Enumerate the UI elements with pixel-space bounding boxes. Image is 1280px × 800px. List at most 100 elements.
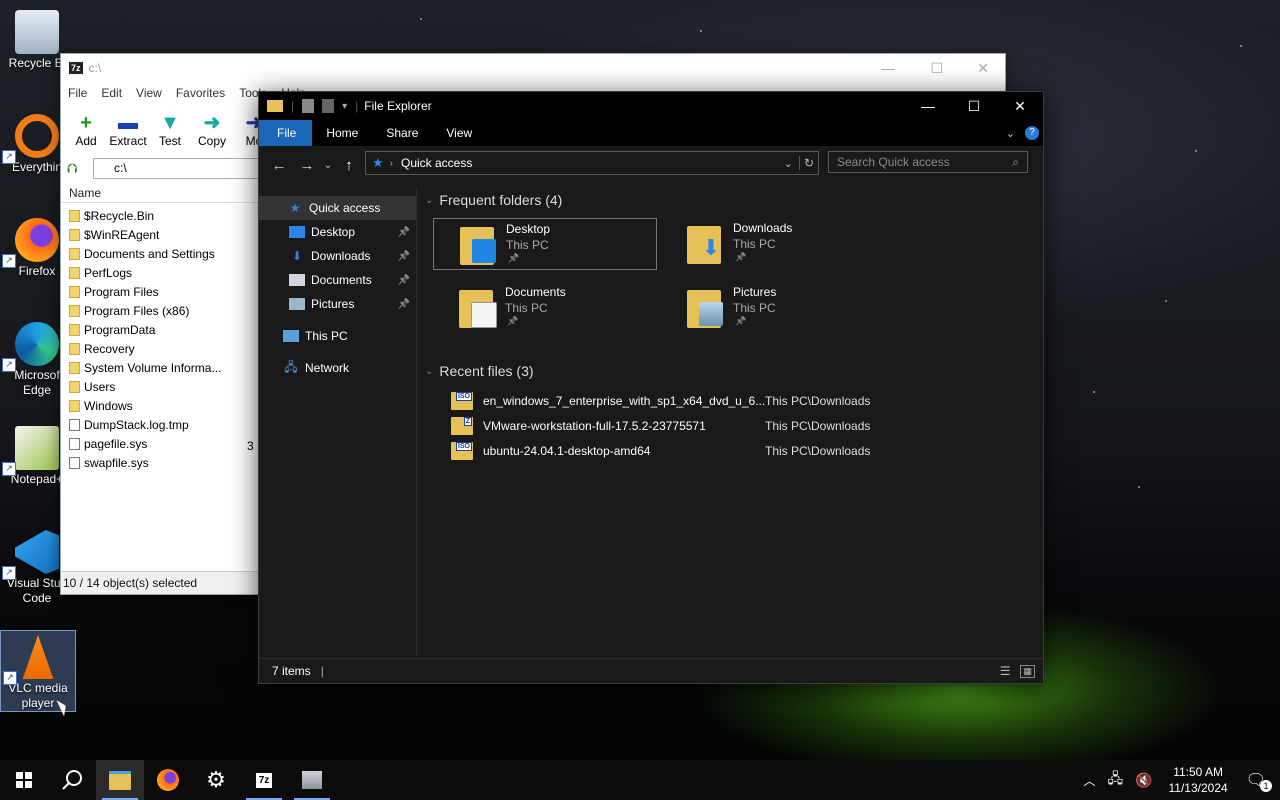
expand-ribbon-icon[interactable]: ⌄ bbox=[1006, 127, 1015, 140]
list-item[interactable]: PerfLogs bbox=[69, 263, 259, 282]
item-name: swapfile.sys bbox=[84, 455, 149, 470]
sidebar-item-network[interactable]: 🖧 Network bbox=[259, 356, 416, 380]
sidebar-item-desktop[interactable]: Desktop 📌 bbox=[259, 220, 416, 244]
sidebar-item-pictures[interactable]: Pictures 📌 bbox=[259, 292, 416, 316]
recent-files-header[interactable]: ⌄ Recent files (3) bbox=[425, 363, 534, 379]
frequent-folder-pictures[interactable]: Pictures This PC 📌 bbox=[661, 282, 883, 332]
sidebar-item-documents[interactable]: Documents 📌 bbox=[259, 268, 416, 292]
frequent-folder-desktop[interactable]: Desktop This PC 📌 bbox=[433, 218, 657, 270]
help-icon[interactable]: ? bbox=[1025, 126, 1039, 140]
file-explorer-window[interactable]: | ▾ | File Explorer — ☐ ✕ File Home Share V… bbox=[258, 91, 1044, 684]
recent-file-name: VMware-workstation-full-17.5.2-23775571 bbox=[483, 419, 706, 433]
taskbar-file-explorer[interactable] bbox=[96, 760, 144, 800]
frequent-folders-header[interactable]: ⌄ Frequent folders (4) bbox=[425, 192, 562, 208]
explorer-titlebar[interactable]: | ▾ | File Explorer — ☐ ✕ bbox=[259, 92, 1043, 120]
large-icons-view-icon[interactable]: ▦ bbox=[1020, 664, 1035, 678]
menu-favorites[interactable]: Favorites bbox=[169, 86, 232, 100]
list-item[interactable]: DumpStack.log.tmp bbox=[69, 415, 259, 434]
address-bar[interactable]: ★ › Quick access ⌄ ↻ bbox=[365, 151, 819, 175]
maximize-button[interactable]: ☐ bbox=[951, 92, 997, 120]
taskbar-firefox[interactable] bbox=[144, 760, 192, 800]
list-item[interactable]: Documents and Settings bbox=[69, 244, 259, 263]
tab-home[interactable]: Home bbox=[312, 120, 372, 146]
frequent-folder-downloads[interactable]: ⬇ Downloads This PC 📌 bbox=[661, 218, 883, 268]
list-item[interactable]: Users bbox=[69, 377, 259, 396]
network-icon[interactable]: 🖧 bbox=[1101, 768, 1129, 792]
clock[interactable]: 11:50 AM 11/13/2024 bbox=[1159, 764, 1238, 796]
sidebar-item-this-pc[interactable]: This PC bbox=[259, 324, 416, 348]
column-header-name[interactable]: Name bbox=[61, 184, 265, 203]
new-folder-icon[interactable] bbox=[322, 99, 335, 113]
chevron-right-icon[interactable]: › bbox=[390, 158, 393, 169]
pin-icon[interactable]: 📌 bbox=[398, 227, 410, 238]
address-dropdown-icon[interactable]: ⌄ bbox=[784, 157, 793, 170]
collapse-chevron-icon[interactable]: ⌄ bbox=[425, 366, 433, 377]
list-item[interactable]: swapfile.sys bbox=[69, 453, 259, 472]
recent-file-row[interactable]: Z VMware-workstation-full-17.5.2-23775571… bbox=[451, 415, 1011, 437]
shortcut-arrow-icon: ↗ bbox=[2, 462, 16, 476]
recent-locations-icon[interactable]: ⌄ bbox=[321, 160, 335, 171]
minimize-button[interactable]: — bbox=[881, 60, 895, 76]
list-item[interactable]: ProgramData bbox=[69, 320, 259, 339]
details-view-icon[interactable]: ☰ bbox=[1000, 664, 1011, 678]
desktop-icon-vlc[interactable]: ↗ VLC media player bbox=[0, 630, 76, 712]
properties-icon[interactable] bbox=[302, 99, 315, 113]
pin-icon[interactable]: 📌 bbox=[398, 275, 410, 286]
list-item[interactable]: $WinREAgent bbox=[69, 225, 259, 244]
notification-center-button[interactable]: 🗨 1 bbox=[1238, 770, 1280, 792]
volume-muted-icon[interactable]: 🔇 bbox=[1129, 772, 1158, 789]
frequent-folder-documents[interactable]: Documents This PC 📌 bbox=[433, 282, 655, 332]
clock-date: 11/13/2024 bbox=[1168, 781, 1228, 795]
search-box[interactable]: Search Quick access ⌕ bbox=[828, 151, 1028, 173]
customize-qat-icon[interactable]: ▾ bbox=[342, 101, 347, 112]
toolbar-extract-button[interactable]: ▬ Extract bbox=[107, 112, 149, 148]
start-button[interactable] bbox=[0, 760, 48, 800]
chevron-up-icon[interactable]: ︿ bbox=[1077, 772, 1101, 789]
maximize-button[interactable]: ☐ bbox=[930, 60, 943, 77]
sevenzip-address-input[interactable]: c:\ bbox=[93, 157, 261, 179]
taskbar-7zip[interactable]: 7z bbox=[240, 760, 288, 800]
back-icon[interactable]: ← bbox=[265, 157, 293, 174]
recent-file-row[interactable]: ISO ubuntu-24.04.1-desktop-amd64 This PC\D… bbox=[451, 440, 1011, 462]
refresh-icon[interactable]: ↻ bbox=[798, 156, 818, 170]
tab-view[interactable]: View bbox=[432, 120, 486, 146]
list-item[interactable]: pagefile.sys bbox=[69, 434, 259, 453]
collapse-chevron-icon[interactable]: ⌄ bbox=[425, 195, 433, 206]
sidebar-item-downloads[interactable]: ⬇ Downloads 📌 bbox=[259, 244, 416, 268]
list-item[interactable]: $Recycle.Bin bbox=[69, 206, 259, 225]
close-button[interactable]: ✕ bbox=[977, 60, 989, 77]
sidebar-item-quick-access[interactable]: ★ Quick access bbox=[259, 196, 416, 220]
menu-edit[interactable]: Edit bbox=[94, 86, 129, 100]
taskbar-settings[interactable]: ⚙ bbox=[192, 760, 240, 800]
folder-name: Pictures bbox=[733, 285, 777, 299]
list-item[interactable]: Windows bbox=[69, 396, 259, 415]
toolbar-copy-button[interactable]: ➜ Copy bbox=[191, 112, 233, 148]
minimize-button[interactable]: — bbox=[905, 92, 951, 120]
taskbar-app[interactable] bbox=[288, 760, 336, 800]
folder-icon bbox=[69, 361, 80, 374]
menu-view[interactable]: View bbox=[129, 86, 169, 100]
tab-share[interactable]: Share bbox=[372, 120, 432, 146]
up-folder-icon[interactable]: ⮉ bbox=[67, 160, 78, 177]
menu-file[interactable]: File bbox=[61, 86, 94, 100]
close-button[interactable]: ✕ bbox=[997, 92, 1043, 120]
archive-file-icon: Z bbox=[451, 417, 473, 435]
pin-icon[interactable]: 📌 bbox=[398, 299, 410, 310]
sevenzip-titlebar[interactable]: 7z c:\ bbox=[61, 54, 1005, 82]
toolbar-test-button[interactable]: ▼ Test bbox=[149, 112, 191, 148]
up-icon[interactable]: ↑ bbox=[335, 157, 363, 174]
list-item[interactable]: Recovery bbox=[69, 339, 259, 358]
folder-location: This PC bbox=[733, 301, 776, 315]
toolbar-add-button[interactable]: + Add bbox=[65, 112, 107, 148]
recent-file-row[interactable]: ISO en_windows_7_enterprise_with_sp1_x64_… bbox=[451, 390, 1011, 412]
star-icon: ★ bbox=[372, 155, 384, 170]
search-button[interactable] bbox=[48, 760, 96, 800]
list-item[interactable]: Program Files bbox=[69, 282, 259, 301]
list-item[interactable]: Program Files (x86) bbox=[69, 301, 259, 320]
forward-icon[interactable]: → bbox=[293, 157, 321, 174]
list-item[interactable]: System Volume Informa... bbox=[69, 358, 259, 377]
pin-icon[interactable]: 📌 bbox=[398, 251, 410, 262]
shortcut-arrow-icon: ↗ bbox=[2, 150, 16, 164]
tab-file[interactable]: File bbox=[259, 120, 313, 146]
address-text: c:\ bbox=[114, 161, 127, 175]
